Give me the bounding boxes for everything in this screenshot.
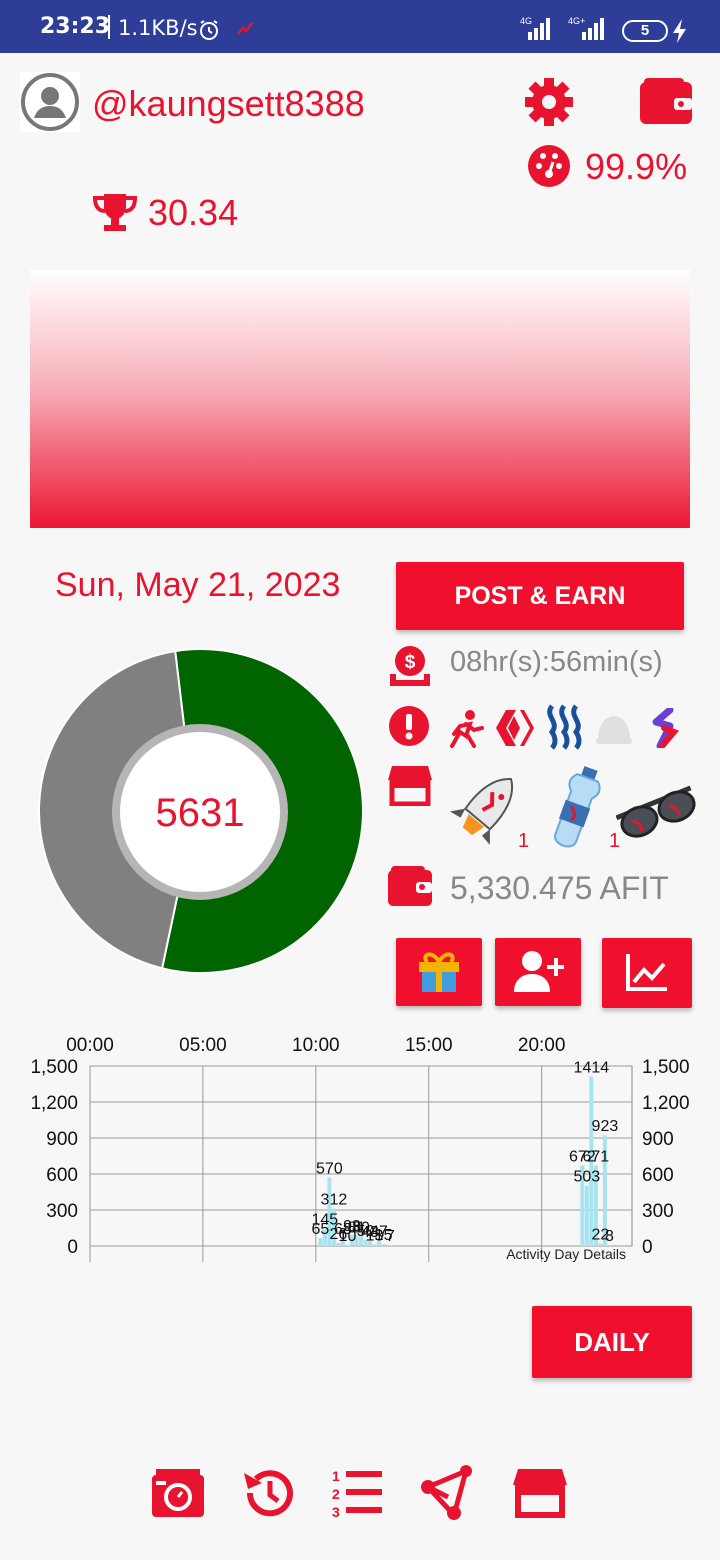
- y-tick-label-left: 0: [67, 1237, 78, 1258]
- afit-balance: 5,330.475 AFIT: [450, 870, 669, 906]
- gift-icon: [419, 952, 459, 992]
- post-and-earn-button[interactable]: POST & EARN: [396, 562, 684, 630]
- chart-title: Activity Day Details: [506, 1246, 626, 1262]
- daily-button[interactable]: DAILY: [532, 1306, 692, 1378]
- chart-button[interactable]: [602, 938, 692, 1008]
- y-tick-label-right: 1,500: [642, 1057, 690, 1078]
- steps-donut-chart: 5631: [38, 648, 364, 975]
- status-bar: 23:23 1.1KB/s 4G 4G+ 5: [0, 0, 720, 53]
- activity-bar: [388, 1245, 393, 1246]
- chart-icon: [626, 953, 667, 991]
- activity-bar: [584, 1185, 589, 1246]
- alert-icon[interactable]: [388, 705, 430, 747]
- hive-icon[interactable]: [494, 708, 536, 748]
- bar-value-label: 570: [316, 1161, 343, 1178]
- bar-value-label: 923: [592, 1118, 619, 1135]
- steps-count: 5631: [156, 791, 245, 835]
- actifit-icon[interactable]: [444, 708, 486, 748]
- share-icon[interactable]: [420, 1465, 476, 1521]
- wallet-icon[interactable]: [640, 78, 692, 124]
- activity-date: Sun, May 21, 2023: [55, 566, 341, 604]
- y-tick-label-right: 0: [642, 1237, 653, 1258]
- network-label-2: 4G+: [568, 16, 585, 26]
- y-tick-label-left: 1,200: [30, 1093, 78, 1114]
- activity-bar: [345, 1244, 350, 1246]
- y-tick-label-right: 1,200: [642, 1093, 690, 1114]
- y-tick-label-right: 900: [642, 1129, 674, 1150]
- money-icon: $: [390, 646, 430, 686]
- battery-indicator: 5: [622, 20, 668, 42]
- store-icon[interactable]: [388, 764, 432, 806]
- activity-bar: [372, 1244, 377, 1246]
- steem-icon[interactable]: [544, 704, 586, 750]
- blurt-icon[interactable]: [594, 712, 634, 746]
- charging-icon: [673, 19, 686, 43]
- y-tick-label-left: 1,500: [30, 1057, 78, 1078]
- bar-value-label: 503: [573, 1169, 600, 1186]
- username: @kaungsett8388: [92, 83, 365, 124]
- bar-value-label: 8: [605, 1228, 614, 1245]
- bar-value-label: 1414: [574, 1059, 610, 1076]
- gift-button[interactable]: [396, 938, 482, 1006]
- y-tick-label-left: 300: [46, 1201, 78, 1222]
- x-tick-label: 05:00: [179, 1035, 227, 1056]
- rocket-icon[interactable]: [444, 768, 528, 850]
- balance-wallet-icon: [388, 866, 432, 906]
- list-icon[interactable]: 1 2 3: [328, 1465, 384, 1521]
- network-speed: 1.1KB/s: [118, 16, 198, 40]
- reward-timer: 08hr(s):56min(s): [450, 646, 663, 678]
- y-tick-label-left: 900: [46, 1129, 78, 1150]
- x-tick-label: 10:00: [292, 1035, 340, 1056]
- x-tick-label: 15:00: [405, 1035, 453, 1056]
- gauge-icon: [528, 145, 570, 187]
- water-bottle-icon[interactable]: [542, 764, 612, 850]
- camera-icon[interactable]: [150, 1465, 206, 1521]
- svg-text:1: 1: [332, 1468, 340, 1484]
- sunglasses-icon[interactable]: [616, 774, 700, 854]
- bottom-store-icon[interactable]: [512, 1465, 568, 1521]
- history-icon[interactable]: [240, 1465, 296, 1521]
- x-tick-label: 00:00: [66, 1035, 114, 1056]
- bar-value-label: 312: [321, 1192, 348, 1209]
- svg-text:$: $: [405, 652, 416, 673]
- activity-bar: [318, 1238, 323, 1246]
- add-friend-button[interactable]: [495, 938, 581, 1006]
- activity-bar-chart: 6514557031226681093818050431347157672503…: [30, 1035, 690, 1262]
- signal-icon-2: 4G+: [568, 16, 604, 40]
- trophy-icon: [92, 194, 138, 231]
- y-tick-label-right: 600: [642, 1165, 674, 1186]
- bar-value-label: 7: [386, 1228, 395, 1245]
- bar-value-label: 671: [583, 1148, 610, 1165]
- actifit-notification-icon: [237, 22, 253, 35]
- alarm-icon: [200, 20, 218, 40]
- rank-score: 30.34: [148, 192, 239, 233]
- signal-icon-1: 4G: [520, 16, 550, 40]
- sports-icon[interactable]: [648, 708, 682, 748]
- gear-icon[interactable]: [524, 77, 574, 127]
- rocket-count: 1: [518, 830, 530, 852]
- x-tick-label: 20:00: [518, 1035, 566, 1056]
- y-tick-label-left: 600: [46, 1165, 78, 1186]
- svg-text:2: 2: [332, 1486, 340, 1502]
- status-divider: [108, 15, 110, 39]
- status-time: 23:23: [40, 14, 111, 39]
- avatar-icon[interactable]: [20, 72, 80, 132]
- y-tick-label-right: 300: [642, 1201, 674, 1222]
- network-label-1: 4G: [520, 16, 532, 26]
- svg-text:3: 3: [332, 1504, 340, 1520]
- banner-area: [30, 270, 690, 528]
- add-friend-icon: [514, 950, 565, 992]
- efficiency-percent: 99.9%: [585, 146, 688, 187]
